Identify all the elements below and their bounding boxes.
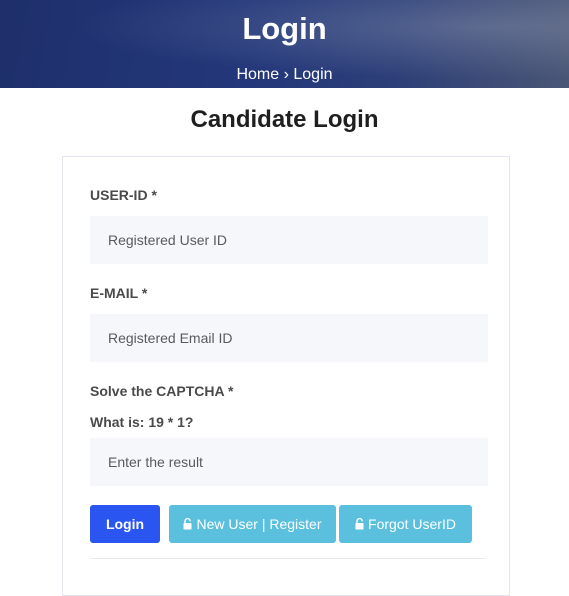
breadcrumb: Home › Login xyxy=(0,66,569,84)
login-button[interactable]: Login xyxy=(90,505,160,543)
new-user-register-button[interactable]: New User | Register xyxy=(169,505,336,543)
captcha-question: What is: 19 * 1? xyxy=(90,414,194,430)
page-banner: Login Home › Login xyxy=(0,0,569,88)
unlock-icon xyxy=(183,518,192,530)
banner-title: Login xyxy=(242,11,327,46)
forgot-userid-button[interactable]: Forgot UserID xyxy=(339,505,472,543)
email-input[interactable] xyxy=(90,314,488,362)
captcha-label: Solve the CAPTCHA * xyxy=(90,383,234,399)
user-id-input[interactable] xyxy=(90,216,488,264)
forgot-button-label: Forgot UserID xyxy=(368,516,456,532)
register-button-label: New User | Register xyxy=(196,516,322,532)
breadcrumb-separator: › xyxy=(283,66,289,83)
user-id-label: USER-ID * xyxy=(90,187,157,203)
login-form-card: USER-ID * E-MAIL * Solve the CAPTCHA * W… xyxy=(62,156,510,596)
email-label: E-MAIL * xyxy=(90,285,148,301)
unlock-icon xyxy=(355,518,364,530)
form-divider xyxy=(90,558,486,559)
breadcrumb-home-link[interactable]: Home xyxy=(236,66,279,83)
page-title: Candidate Login xyxy=(190,106,379,133)
captcha-input[interactable] xyxy=(90,438,488,486)
breadcrumb-current: Login xyxy=(293,66,333,83)
